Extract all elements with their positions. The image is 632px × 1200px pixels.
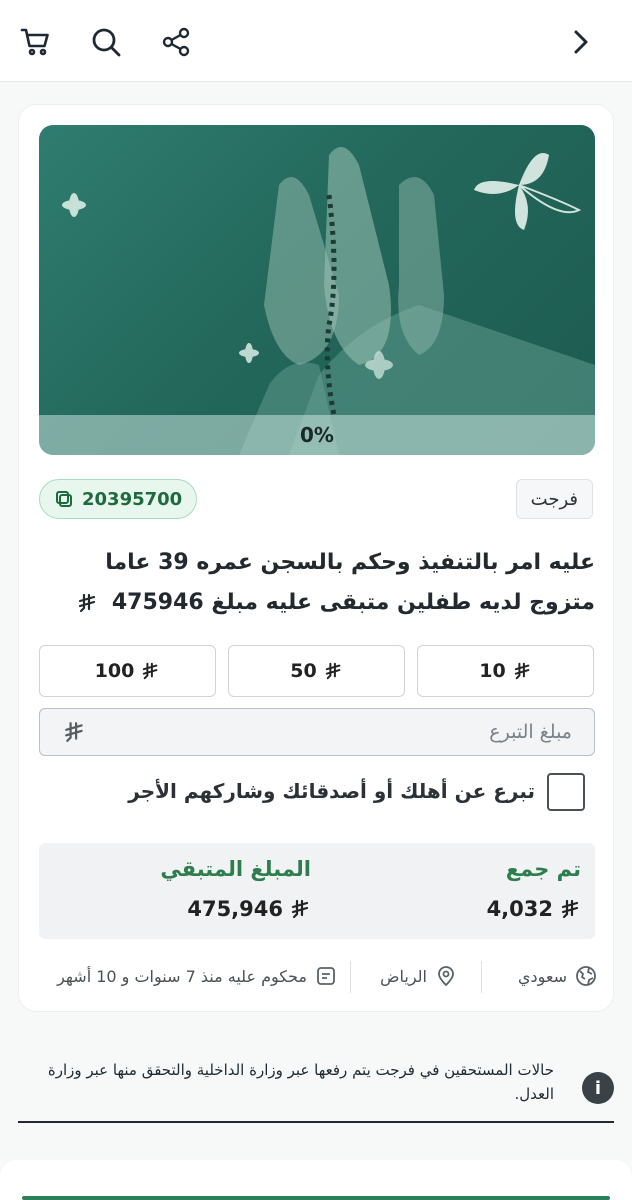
cart-icon[interactable] xyxy=(16,22,56,62)
case-description: عليه امر بالتنفيذ وحكم بالسجن عمره 39 عا… xyxy=(39,543,595,623)
category-tag: فرجت xyxy=(515,479,593,519)
meta-city: الرياض xyxy=(380,965,457,987)
donate-button-edge[interactable] xyxy=(22,1196,610,1200)
progress-bar: 0% xyxy=(39,415,595,455)
donation-stats: تم جمع 4,032 المبلغ المتبقي 475,946 xyxy=(39,843,595,939)
globe-icon xyxy=(576,966,596,986)
bottom-sheet xyxy=(0,1160,632,1200)
nationality-text: سعودي xyxy=(517,966,567,986)
remaining-value: 475,946 xyxy=(187,897,283,921)
info-icon: i xyxy=(582,1072,614,1104)
amount-option-label: 10 xyxy=(479,660,506,682)
amount-option-50[interactable]: 50 xyxy=(228,645,405,697)
donation-amount-field[interactable] xyxy=(39,708,595,756)
notice-text: حالات المستحقين في فرجت يتم رفعها عبر وز… xyxy=(47,1061,554,1103)
riyal-icon xyxy=(78,593,98,613)
riyal-icon xyxy=(64,721,86,743)
case-card: 0% فرجت 20395700 عليه امر بالتنفيذ وحكم … xyxy=(18,104,614,1012)
donation-amount-input[interactable] xyxy=(40,709,594,755)
amount-option-100[interactable]: 100 xyxy=(39,645,216,697)
amount-option-label: 50 xyxy=(290,660,317,682)
verification-notice: i حالات المستحقين في فرجت يتم رفعها عبر … xyxy=(18,1058,614,1122)
amount-option-10[interactable]: 10 xyxy=(417,645,594,697)
riyal-icon xyxy=(291,899,311,919)
share-donation-label: تبرع عن أهلك أو أصدقائك وشاركهم الأجر xyxy=(128,779,535,803)
chevron-right-icon[interactable] xyxy=(560,22,600,62)
case-id-badge[interactable]: 20395700 xyxy=(39,479,198,519)
riyal-icon xyxy=(142,662,160,680)
riyal-icon xyxy=(561,899,581,919)
remaining-label: المبلغ المتبقي xyxy=(160,857,311,881)
collected-amount: 4,032 xyxy=(487,897,581,921)
collected-label: تم جمع xyxy=(505,857,581,881)
case-description-text: عليه امر بالتنفيذ وحكم بالسجن عمره 39 عا… xyxy=(105,550,595,615)
riyal-icon xyxy=(514,662,532,680)
copy-icon xyxy=(56,491,72,507)
meta-divider xyxy=(481,961,482,993)
city-text: الرياض xyxy=(380,966,427,986)
progress-label: 0% xyxy=(300,423,334,447)
case-hero-image: 0% xyxy=(39,125,595,455)
amount-option-label: 100 xyxy=(94,660,135,682)
meta-sentence: محكوم عليه منذ 7 سنوات و 10 أشهر xyxy=(57,965,337,987)
search-icon[interactable] xyxy=(86,22,126,62)
meta-nationality: سعودي xyxy=(518,965,597,987)
meta-divider xyxy=(350,961,351,993)
share-donation-checkbox[interactable] xyxy=(547,773,585,811)
location-pin-icon xyxy=(438,966,454,987)
document-icon xyxy=(317,967,335,985)
riyal-icon xyxy=(325,662,343,680)
case-id-value: 20395700 xyxy=(82,488,183,510)
notice-divider xyxy=(18,1121,614,1123)
share-icon[interactable] xyxy=(156,22,196,62)
sentence-text: محكوم عليه منذ 7 سنوات و 10 أشهر xyxy=(57,966,307,986)
remaining-amount: 475,946 xyxy=(187,897,311,921)
collected-value: 4,032 xyxy=(486,897,553,921)
top-app-bar xyxy=(0,0,632,82)
praying-hands-illustration xyxy=(62,147,595,455)
